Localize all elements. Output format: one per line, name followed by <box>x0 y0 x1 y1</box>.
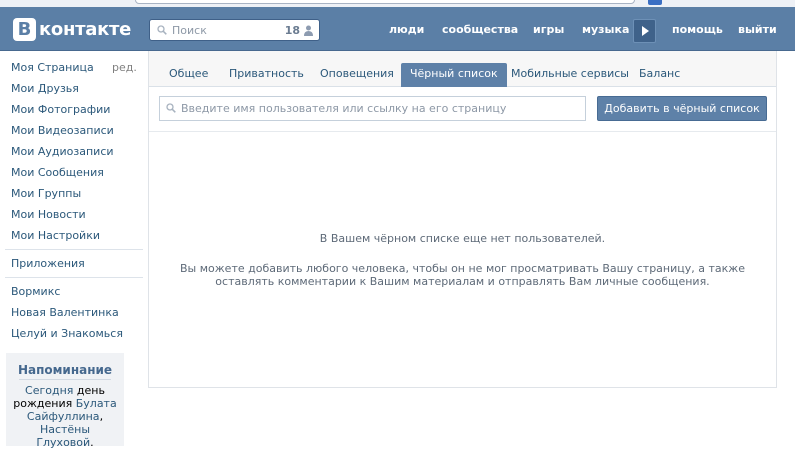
browser-extension-icon[interactable] <box>648 0 662 5</box>
sidebar-item-audio[interactable]: Мои Аудиозаписи <box>11 145 114 158</box>
sidebar-app-item[interactable]: Вормикс <box>11 285 60 298</box>
search-input[interactable]: Поиск 18 <box>149 19 320 41</box>
reminder-person-link[interactable]: Настёны Глуховой <box>36 423 90 449</box>
magnifier-icon <box>157 25 167 35</box>
panel-divider <box>149 131 776 132</box>
empty-blacklist-line: Вы можете добавить любого человека, чтоб… <box>180 262 745 275</box>
nav-item-help: помощь <box>672 7 723 51</box>
tab-general[interactable]: Общее <box>160 63 217 87</box>
sidebar-app-item[interactable]: Целуй и Знакомься <box>11 327 123 340</box>
blacklist-user-input[interactable]: Введите имя пользователя или ссылку на е… <box>159 96 586 121</box>
tab-blacklist[interactable]: Чёрный список <box>401 63 507 87</box>
tab-mobile-services[interactable]: Мобильные сервисы <box>502 63 638 87</box>
reminder-title: Напоминание <box>17 363 113 377</box>
nav-item-exit: выйти <box>738 7 777 51</box>
sidebar-item-settings[interactable]: Мои Настройки <box>11 229 100 242</box>
sidebar-item-apps[interactable]: Приложения <box>11 257 85 270</box>
sidebar-item-friends[interactable]: Мои Друзья <box>11 82 79 95</box>
sidebar-divider <box>5 249 143 250</box>
sidebar-divider <box>5 277 143 278</box>
music-play-button[interactable] <box>633 19 656 43</box>
play-icon <box>642 26 649 36</box>
browser-address-field[interactable] <box>135 0 635 4</box>
reminder-dot: . <box>90 436 94 449</box>
magnifier-icon <box>166 103 176 113</box>
online-friends-count[interactable]: 18 <box>285 24 300 37</box>
person-icon <box>304 25 313 36</box>
tab-balance[interactable]: Баланс <box>630 63 689 87</box>
site-logo[interactable]: В контакте <box>13 16 131 43</box>
settings-tabs: Общее Приватность Оповещения Чёрный спис… <box>149 51 776 87</box>
tab-privacy[interactable]: Приватность <box>220 63 313 87</box>
sidebar-item-groups[interactable]: Мои Группы <box>11 187 81 200</box>
tab-notifications[interactable]: Оповещения <box>311 63 403 87</box>
reminder-body: Сегодня день рождения Булата Сайфуллина,… <box>10 384 120 449</box>
nav-link-music[interactable]: музыка <box>582 23 629 36</box>
birthday-reminder: Напоминание Сегодня день рождения Булата… <box>6 353 124 449</box>
nav-item-people: люди <box>389 7 424 51</box>
nav-item-communities: сообщества <box>442 7 518 51</box>
search-placeholder: Поиск <box>172 24 207 37</box>
empty-blacklist-title: В Вашем чёрном списке еще нет пользовате… <box>319 232 606 245</box>
sidebar-item-news[interactable]: Мои Новости <box>11 208 86 221</box>
reminder-today-link[interactable]: Сегодня <box>25 384 73 397</box>
add-to-blacklist-button[interactable]: Добавить в чёрный список <box>597 96 767 121</box>
sidebar-item-my-page[interactable]: Моя Страница <box>11 61 94 74</box>
logo-badge: В <box>13 18 36 41</box>
empty-blacklist-description: Вы можете добавить любого человека, чтоб… <box>169 262 756 288</box>
logo-text: контакте <box>39 19 132 40</box>
nav-item-music: музыка <box>582 7 629 51</box>
blacklist-input-placeholder: Введите имя пользователя или ссылку на е… <box>181 102 507 115</box>
sidebar-edit-link[interactable]: ред. <box>112 61 137 74</box>
reminder-comma: , <box>99 410 104 423</box>
nav-link-people[interactable]: люди <box>389 23 424 36</box>
reminder-divider <box>19 379 111 380</box>
nav-link-games[interactable]: игры <box>533 23 564 36</box>
sidebar-item-videos[interactable]: Мои Видеозаписи <box>11 124 114 137</box>
settings-panel: Общее Приватность Оповещения Чёрный спис… <box>148 51 777 388</box>
empty-blacklist-line: оставлять комментарии к Вашим материалам… <box>215 275 710 288</box>
nav-item-games: игры <box>533 7 564 51</box>
nav-link-exit[interactable]: выйти <box>738 23 777 36</box>
nav-link-help[interactable]: помощь <box>672 23 723 36</box>
sidebar-item-messages[interactable]: Мои Сообщения <box>11 166 104 179</box>
nav-link-communities[interactable]: сообщества <box>442 23 518 36</box>
sidebar-item-photos[interactable]: Мои Фотографии <box>11 103 110 116</box>
sidebar-app-item[interactable]: Новая Валентинка <box>11 306 119 319</box>
browser-toolbar-strip <box>0 0 795 7</box>
